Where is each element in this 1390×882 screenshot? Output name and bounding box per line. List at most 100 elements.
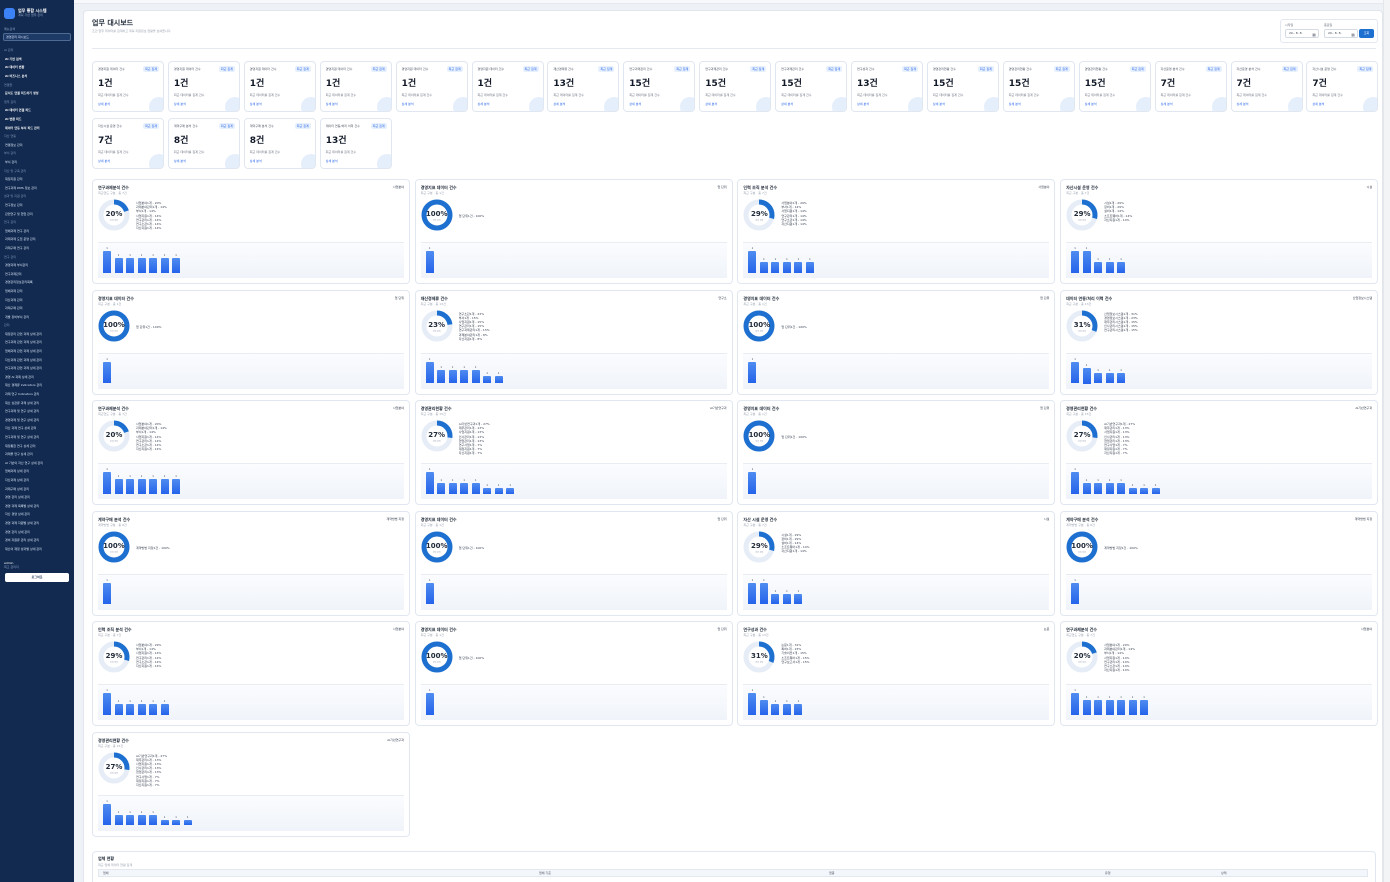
summary-tile[interactable]: 경영관리현황 건수 최근 집계 15건 최근 데이터를 집계 건수 상세 분석 — [1002, 61, 1075, 112]
tile-detail-link[interactable]: 상세 분석 — [98, 102, 110, 106]
tile-detail-link[interactable]: 상세 분석 — [1312, 102, 1324, 106]
tile-detail-link[interactable]: 상세 분석 — [629, 102, 641, 106]
tile-detail-link[interactable]: 상세 분석 — [326, 159, 338, 163]
summary-tile[interactable]: 자산시설 운영 건수 최근 집계 7건 최근 데이터를 집계 건수 상세 분석 — [1306, 61, 1379, 112]
tile-detail-link[interactable]: 상세 분석 — [174, 159, 186, 163]
sidebar-item[interactable]: 자산과제 관련 과제 상세 관리 — [0, 355, 74, 364]
tile-detail-link[interactable]: 상세 분석 — [1161, 102, 1173, 106]
sidebar-item[interactable]: 부서 관리 — [0, 158, 74, 167]
table-column-header[interactable]: 업체 — [103, 871, 109, 875]
tile-detail-link[interactable]: 상세 분석 — [402, 102, 414, 106]
page-scrollbar[interactable] — [1383, 0, 1390, 882]
tile-detail-link[interactable]: 상세 분석 — [933, 102, 945, 106]
sidebar-item[interactable]: 재산 경제류 Indicators 관리 — [0, 381, 74, 390]
summary-tile[interactable]: 계약구매 분석 건수 최근 집계 8건 최근 데이터를 집계 건수 상세 분석 — [243, 118, 316, 169]
menu-search-input[interactable]: 경영관리 대시보드 — [3, 33, 71, 41]
summary-tile[interactable]: 경영지원 데이터 건수 최근 집계 1건 최근 데이터를 집계 건수 상세 분석 — [167, 61, 240, 112]
sidebar-item[interactable]: 자산과제 관리 — [0, 295, 74, 304]
summary-tile[interactable]: 경영지원 데이터 건수 최근 집계 1건 최근 데이터를 집계 건수 상세 분석 — [395, 61, 468, 112]
summary-tile[interactable]: 재산경제류 건수 최근 집계 13건 최근 데이터를 집계 건수 상세 분석 — [547, 61, 620, 112]
sidebar-item[interactable]: 개발 장비부서 관리 — [0, 312, 74, 321]
sidebar-item[interactable]: 문서도 연결 피드하기 생성 — [0, 89, 74, 98]
summary-tile[interactable]: 연구과제관리 건수 최근 집계 15건 최근 데이터를 집계 건수 상세 분석 — [775, 61, 848, 112]
sidebar-item[interactable]: 과제물 연구 상세 관리 — [0, 450, 74, 459]
summary-tile[interactable]: 경영관리현황 건수 최근 집계 15건 최근 데이터를 집계 건수 상세 분석 — [926, 61, 999, 112]
sidebar-item[interactable]: 업체과제 연구 관리 — [0, 226, 74, 235]
sidebar-item[interactable]: 데이터 연동 부서 피드 관리 — [0, 123, 74, 132]
summary-tile[interactable]: 경영지원 데이터 건수 최근 집계 1건 최근 데이터를 집계 건수 상세 분석 — [471, 61, 544, 112]
tile-detail-link[interactable]: 상세 분석 — [98, 159, 110, 163]
sidebar-item[interactable]: 연결정보 관리 — [0, 141, 74, 150]
table-column-header[interactable]: 업종 — [829, 871, 835, 875]
sidebar-item[interactable]: 업체과제 상세 관리 — [0, 467, 74, 476]
tile-detail-link[interactable]: 상세 분석 — [781, 102, 793, 106]
tile-detail-link[interactable]: 상세 분석 — [326, 102, 338, 106]
summary-tile[interactable]: 연구과제관리 건수 최근 집계 15건 최근 데이터를 집계 건수 상세 분석 — [623, 61, 696, 112]
sidebar-item[interactable]: 연구과제관리 — [0, 269, 74, 278]
sidebar-item[interactable]: AI 비즈니스 분석 — [0, 72, 74, 81]
sidebar-item[interactable]: 경영 관리 상세 관리 — [0, 527, 74, 536]
tile-detail-link[interactable]: 상세 분석 — [705, 102, 717, 106]
sidebar-item[interactable]: AI 데이터 연결 피드 — [0, 106, 74, 115]
table-column-header[interactable]: 업체 기준 — [539, 871, 551, 875]
sidebar-item[interactable]: 연구과제 DMS 정보 관리 — [0, 184, 74, 193]
tile-detail-link[interactable]: 상세 분석 — [1237, 102, 1249, 106]
sidebar-item[interactable]: 자산과제 상세 관리 — [0, 476, 74, 485]
summary-tile[interactable]: 계약구매 분석 건수 최근 집계 8건 최근 데이터를 집계 건수 상세 분석 — [167, 118, 240, 169]
sidebar-item[interactable]: 경영 관리 상세 관리 — [0, 493, 74, 502]
summary-tile[interactable]: 연구과제관리 건수 최근 집계 15건 최근 데이터를 집계 건수 상세 분석 — [699, 61, 772, 112]
sidebar-item[interactable]: 업체과제 관련 과제 상세 관리 — [0, 347, 74, 356]
sidebar-item[interactable]: AI 기반의 자산 연구 상세 관리 — [0, 459, 74, 468]
summary-tile[interactable]: 경영관리현황 건수 최근 집계 15건 최근 데이터를 집계 건수 상세 분석 — [1078, 61, 1151, 112]
summary-tile[interactable]: 경영지원 데이터 건수 최근 집계 1건 최근 데이터를 집계 건수 상세 분석 — [319, 61, 392, 112]
sidebar-item[interactable]: 과제과제 도입 운영 관리 — [0, 235, 74, 244]
tile-detail-link[interactable]: 상세 분석 — [1085, 102, 1097, 106]
summary-tile[interactable]: 자산시설 운영 건수 최근 집계 7건 최근 데이터를 집계 건수 상세 분석 — [92, 118, 164, 169]
summary-tile[interactable]: 자산운영 분석 건수 최근 집계 7건 최근 데이터를 집계 건수 상세 분석 — [1230, 61, 1303, 112]
query-button[interactable]: 조회 — [1359, 29, 1374, 38]
summary-tile[interactable]: 데이터 연동/처리 이력 건수 최근 집계 13건 최근 데이터를 집계 건수 상세 분… — [319, 118, 392, 169]
tile-detail-link[interactable]: 상세 분석 — [478, 102, 490, 106]
tile-detail-link[interactable]: 상세 분석 — [250, 159, 262, 163]
sidebar-item[interactable]: 관련연구 및 협업 관리 — [0, 209, 74, 218]
sidebar-item[interactable]: AI 기반 검색 — [0, 55, 74, 64]
sidebar-item[interactable]: 과제 연구 Indicators 관리 — [0, 390, 74, 399]
sidebar-item[interactable]: 과제구매 연구 관리 — [0, 244, 74, 253]
tile-detail-link[interactable]: 상세 분석 — [250, 102, 262, 106]
sidebar-item[interactable]: 연구과제 및 연구 상세 관리 — [0, 433, 74, 442]
sidebar-item[interactable]: AI 변환 피드 — [0, 115, 74, 124]
sidebar-item[interactable]: 재정지원 관리 — [0, 175, 74, 184]
summary-tile[interactable]: 연구성과 건수 최근 집계 13건 최근 데이터를 집계 건수 상세 분석 — [851, 61, 923, 112]
sidebar-item[interactable]: 경영과제 및 연구 상세 관리 — [0, 416, 74, 425]
sidebar-item[interactable]: 재산의 재정 성과별 상세 관리 — [0, 544, 74, 553]
sidebar-item[interactable]: 연구정보 관리 — [0, 201, 74, 210]
sidebar-item[interactable]: 업체과제 관리 — [0, 287, 74, 296]
summary-tile[interactable]: 자산운영 분석 건수 최근 집계 7건 최근 데이터를 집계 건수 상세 분석 — [1154, 61, 1227, 112]
summary-tile[interactable]: 경영지원 데이터 건수 최근 집계 1건 최근 데이터를 집계 건수 상세 분석 — [92, 61, 164, 112]
table-column-header[interactable]: 상태 — [1221, 871, 1227, 875]
sidebar-item[interactable]: AI 데이터 변환 — [0, 63, 74, 72]
tile-detail-link[interactable]: 상세 분석 — [174, 102, 186, 106]
sidebar-item[interactable]: 자산 경영 상세 관리 — [0, 510, 74, 519]
end-date-input[interactable]: 20-. 8. 8. ▦ — [1324, 29, 1358, 38]
sidebar-item[interactable]: 경영과제 부서관리 — [0, 261, 74, 270]
logout-button[interactable]: 로그아웃 — [5, 573, 69, 583]
sidebar-item[interactable]: 연구과제 관련 과제 상세 관리 — [0, 364, 74, 373]
tile-detail-link[interactable]: 상세 분석 — [857, 102, 869, 106]
sidebar-item[interactable]: 경영관리정보관리목록 — [0, 278, 74, 287]
tile-detail-link[interactable]: 상세 분석 — [1009, 102, 1021, 106]
sidebar-item[interactable]: 자산 과제 연구 상세 관리 — [0, 424, 74, 433]
sidebar-item[interactable]: 경비 자원류 관리 상세 관리 — [0, 536, 74, 545]
sidebar-item[interactable]: 과제구매 상세 관리 — [0, 484, 74, 493]
table-column-header[interactable]: 유형 — [1105, 871, 1111, 875]
sidebar-item[interactable]: 재정통합 연구 상세 관리 — [0, 441, 74, 450]
sidebar-item[interactable]: 연구과제 및 연구 상세 관리 — [0, 407, 74, 416]
sidebar-item[interactable]: 재산 상관류 과제 상세 관리 — [0, 398, 74, 407]
sidebar-item[interactable]: 연구과제 관련 과제 상세 관리 — [0, 338, 74, 347]
start-date-input[interactable]: 20-. 8. 8. ▦ — [1285, 29, 1319, 38]
summary-tile[interactable]: 경영지원 데이터 건수 최근 집계 1건 최근 데이터를 집계 건수 상세 분석 — [243, 61, 316, 112]
sidebar-item[interactable]: 경영 과제 목록별 상세 관리 — [0, 501, 74, 510]
sidebar-item[interactable]: 경영 AI 과제 상세 관리 — [0, 373, 74, 382]
tile-detail-link[interactable]: 상세 분석 — [553, 102, 565, 106]
sidebar-item[interactable]: 과제구매 관리 — [0, 304, 74, 313]
